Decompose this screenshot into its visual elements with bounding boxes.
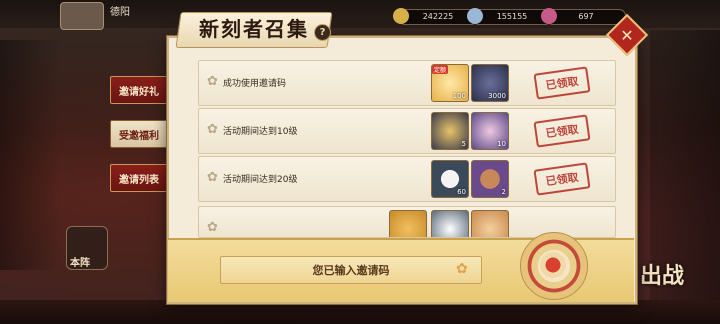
top-status-bar: 德阳 242225 155155 697 — [0, 0, 720, 30]
star-icon: ✿ — [207, 122, 218, 137]
tab-label: 受邀福利 — [119, 130, 159, 142]
tab-label: 邀请好礼 — [119, 86, 159, 98]
tab-invited-benefits[interactable]: 受邀福利 — [110, 120, 168, 148]
reward-condition: 成功使用邀请码 — [223, 79, 287, 89]
item-quantity: 5 — [461, 140, 466, 148]
reward-condition: 活动期间达到10级 — [223, 127, 298, 137]
knot-center-icon — [540, 252, 566, 278]
invite-code-field[interactable]: 您已输入邀请码 — [220, 256, 482, 284]
crystal-orb-icon[interactable]: 定额 100 — [431, 64, 469, 102]
fight-button[interactable]: 出战 — [640, 258, 684, 290]
reward-item-icon[interactable] — [431, 210, 469, 237]
star-icon: ✿ — [207, 74, 218, 89]
tomoe-coin-icon[interactable]: 3000 — [471, 64, 509, 102]
rainbow-orb-icon[interactable]: 10 — [471, 112, 509, 150]
help-icon[interactable]: ? — [314, 24, 331, 41]
item-quantity: 60 — [457, 188, 466, 196]
reward-item-icon[interactable] — [389, 210, 427, 237]
item-quantity: 2 — [501, 188, 506, 196]
claimed-stamp: 已领取 — [533, 162, 591, 196]
pouch-bag-icon[interactable]: 2 — [471, 160, 509, 198]
star-icon: ✿ — [207, 170, 218, 185]
resource-value: 242225 — [422, 12, 454, 21]
gem-icon — [541, 8, 557, 24]
reward-row: ✿ 活动期间达到10级 5 10 已领取 — [198, 108, 616, 154]
close-icon: ✕ — [620, 25, 634, 45]
item-quantity: 100 — [452, 92, 466, 100]
reward-row: ✿ 活动期间达到20级 60 2 已领取 — [198, 156, 616, 202]
reward-item-icon[interactable] — [471, 210, 509, 237]
panel-title: 新刻者召集 — [199, 17, 309, 41]
item-tag: 定额 — [432, 65, 449, 74]
player-name: 德阳 — [110, 7, 130, 18]
star-icon: ✿ — [207, 220, 218, 235]
avatar[interactable] — [60, 2, 104, 30]
jade-icon — [467, 8, 483, 24]
home-label: 本阵 — [70, 258, 90, 269]
reward-row: ✿ 成功使用邀请码 定额 100 3000 已领取 — [198, 60, 616, 106]
flower-icon: ✿ — [456, 261, 468, 277]
tab-invite-list[interactable]: 邀请列表 — [110, 164, 168, 192]
resource-value: 697 — [578, 12, 594, 21]
resource-value: 155155 — [496, 12, 528, 21]
rice-ball-icon[interactable]: 60 — [431, 160, 469, 198]
claimed-stamp: 已领取 — [533, 66, 591, 100]
reward-condition: 活动期间达到20级 — [223, 175, 298, 185]
gold-coin-icon — [393, 8, 409, 24]
left-scene-decoration — [0, 40, 60, 270]
item-quantity: 10 — [497, 140, 506, 148]
lantern-stand-icon[interactable]: 5 — [431, 112, 469, 150]
tab-label: 邀请列表 — [119, 174, 159, 186]
item-quantity: 3000 — [488, 92, 506, 100]
tab-invite-rewards[interactable]: 邀请好礼 — [110, 76, 168, 104]
claimed-stamp: 已领取 — [533, 114, 591, 148]
resource-counter-1[interactable]: 242225 — [393, 8, 478, 25]
resource-counter-2[interactable]: 155155 — [467, 8, 552, 25]
